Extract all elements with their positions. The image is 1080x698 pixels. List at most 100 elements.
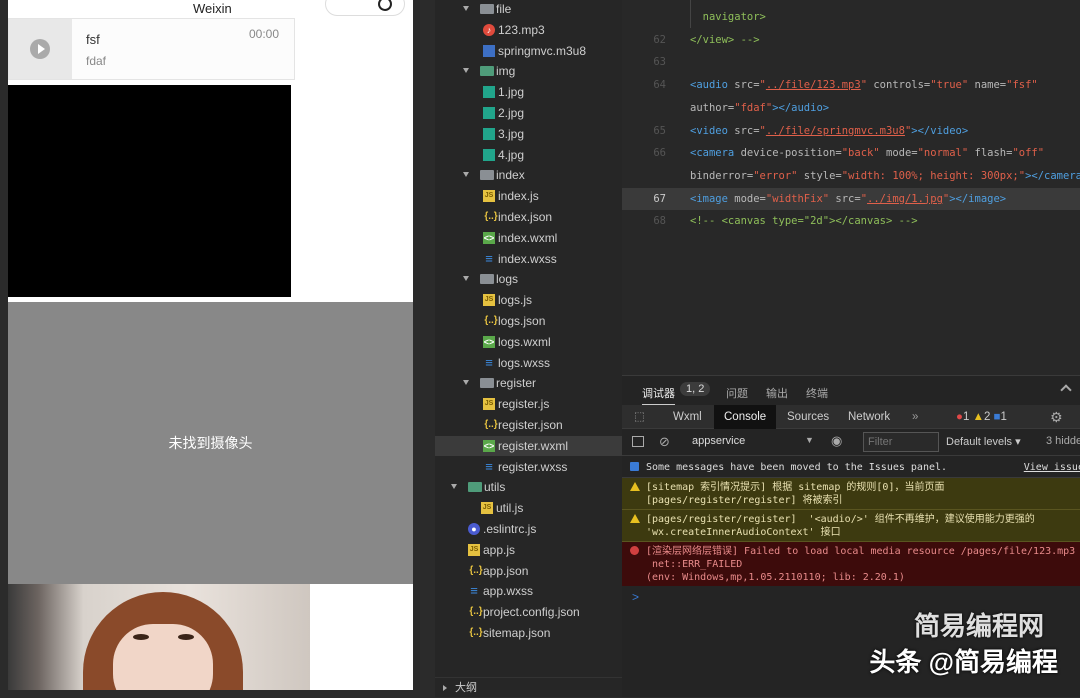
- code-line[interactable]: navigator>: [622, 6, 1080, 28]
- file-item[interactable]: ●.eslintrc.js: [435, 519, 622, 539]
- file-item[interactable]: 4.jpg: [435, 145, 622, 165]
- file-item[interactable]: <>logs.wxml: [435, 332, 622, 352]
- console-prompt[interactable]: >: [632, 590, 639, 604]
- file-item[interactable]: 3.jpg: [435, 124, 622, 144]
- chevron-down-icon[interactable]: [463, 276, 469, 281]
- code-line[interactable]: 63: [622, 51, 1080, 73]
- tab-terminal[interactable]: 终端: [806, 385, 828, 401]
- folder-item[interactable]: index: [435, 165, 622, 185]
- capsule-button[interactable]: [325, 0, 405, 16]
- file-tree: 大纲 file♪123.mp3springmvc.m3u8img1.jpg2.j…: [435, 0, 622, 697]
- file-item[interactable]: <>register.wxml: [435, 436, 622, 456]
- view-issues-link[interactable]: View issues: [1024, 461, 1080, 474]
- debugger-badge: 1, 2: [680, 382, 710, 396]
- file-item[interactable]: ♪123.mp3: [435, 20, 622, 40]
- settings-gear-icon[interactable]: ⚙: [1040, 405, 1073, 429]
- file-item[interactable]: ≡register.wxss: [435, 457, 622, 477]
- item-label: logs.wxss: [498, 353, 550, 373]
- json-icon: {..}: [468, 565, 484, 577]
- code-text: author="fdaf"></audio>: [690, 97, 829, 119]
- sidebar-toggle-icon[interactable]: [632, 436, 644, 447]
- console-message-warning: [pages/register/register] '<audio/>' 组件不…: [622, 510, 1080, 542]
- folder-item[interactable]: logs: [435, 269, 622, 289]
- image-1: [8, 584, 310, 690]
- file-item[interactable]: {..}project.config.json: [435, 602, 622, 622]
- chevron-down-icon[interactable]: [463, 380, 469, 385]
- code-line[interactable]: 67<image mode="widthFix" src="../img/1.j…: [622, 188, 1080, 210]
- inspect-icon[interactable]: ⬚: [624, 405, 655, 429]
- file-item[interactable]: JSutil.js: [435, 498, 622, 518]
- file-item[interactable]: JSregister.js: [435, 394, 622, 414]
- code-line[interactable]: author="fdaf"></audio>: [622, 97, 1080, 119]
- collapse-icon[interactable]: [1060, 384, 1071, 395]
- file-item[interactable]: springmvc.m3u8: [435, 41, 622, 61]
- levels-select[interactable]: Default levels ▾: [946, 435, 1021, 448]
- file-item[interactable]: {..}logs.json: [435, 311, 622, 331]
- devtools-tabs: 调试器 1, 2 问题 输出 终端: [622, 375, 1080, 405]
- tab-wxml[interactable]: Wxml: [663, 405, 712, 429]
- folder-item[interactable]: utils: [435, 477, 622, 497]
- chevron-down-icon[interactable]: [463, 68, 469, 73]
- code-line[interactable]: 64<audio src="../file/123.mp3" controls=…: [622, 74, 1080, 96]
- item-label: index.wxml: [498, 228, 557, 248]
- eye-icon[interactable]: ◉: [831, 433, 842, 449]
- folder-item[interactable]: file: [435, 0, 622, 19]
- file-item[interactable]: {..}index.json: [435, 207, 622, 227]
- video-player[interactable]: [8, 85, 291, 297]
- play-icon[interactable]: [30, 39, 50, 59]
- folder-item[interactable]: register: [435, 373, 622, 393]
- tab-network[interactable]: Network: [838, 405, 900, 429]
- chevron-down-icon[interactable]: [463, 6, 469, 11]
- item-label: register.json: [498, 415, 563, 435]
- console-message-error: [渲染层网络层错误] Failed to load local media re…: [622, 542, 1080, 586]
- code-line[interactable]: 62</view> -->: [622, 29, 1080, 51]
- tab-output[interactable]: 输出: [766, 385, 788, 401]
- warning-icon: [630, 482, 640, 491]
- file-item[interactable]: 2.jpg: [435, 103, 622, 123]
- item-label: 123.mp3: [498, 20, 545, 40]
- line-number: 64: [644, 74, 666, 96]
- file-item[interactable]: ≡logs.wxss: [435, 353, 622, 373]
- issue-counts[interactable]: ●1 ▲2 ■1: [956, 405, 1007, 429]
- console-filter-bar: ⊘ appservice ▼ ◉ Default levels ▾ 3 hidd…: [622, 429, 1080, 456]
- code-line[interactable]: 65<video src="../file/springmvc.m3u8"></…: [622, 120, 1080, 142]
- file-item[interactable]: JSindex.js: [435, 186, 622, 206]
- audio-player[interactable]: fsf fdaf 00:00: [8, 18, 295, 80]
- more-tabs-icon[interactable]: »: [902, 405, 928, 429]
- code-line[interactable]: 66<camera device-position="back" mode="n…: [622, 142, 1080, 164]
- item-label: app.wxss: [483, 581, 533, 601]
- file-item[interactable]: ≡index.wxss: [435, 249, 622, 269]
- file-item[interactable]: JSapp.js: [435, 540, 622, 560]
- file-item[interactable]: 1.jpg: [435, 82, 622, 102]
- folder-item[interactable]: img: [435, 61, 622, 81]
- file-item[interactable]: JSlogs.js: [435, 290, 622, 310]
- item-label: register.js: [498, 394, 549, 414]
- tab-console[interactable]: Console: [714, 405, 776, 429]
- clear-console-icon[interactable]: ⊘: [659, 434, 670, 450]
- wxss-icon: ≡: [483, 461, 495, 473]
- filter-input[interactable]: [863, 432, 939, 452]
- file-item[interactable]: {..}sitemap.json: [435, 623, 622, 643]
- file-item[interactable]: ≡app.wxss: [435, 581, 622, 601]
- tab-issues[interactable]: 问题: [726, 385, 748, 401]
- tab-sources[interactable]: Sources: [777, 405, 839, 429]
- item-label: index: [496, 165, 525, 185]
- code-line[interactable]: 68<!-- <canvas type="2d"></canvas> -->: [622, 210, 1080, 232]
- camera-message: 未找到摄像头: [169, 433, 253, 453]
- file-item[interactable]: <>index.wxml: [435, 228, 622, 248]
- item-label: index.wxss: [498, 249, 557, 269]
- line-number: 67: [644, 188, 666, 210]
- dropdown-icon[interactable]: ▼: [805, 435, 814, 445]
- context-select[interactable]: appservice: [692, 435, 745, 447]
- file-item[interactable]: {..}register.json: [435, 415, 622, 435]
- chevron-down-icon[interactable]: [463, 172, 469, 177]
- console-message-warning: [sitemap 索引情况提示] 根据 sitemap 的规则[0]，当前页面 …: [622, 478, 1080, 510]
- code-editor[interactable]: navigator>62</view> -->6364<audio src=".…: [622, 0, 1080, 375]
- code-line[interactable]: binderror="error" style="width: 100%; he…: [622, 165, 1080, 187]
- tab-debugger[interactable]: 调试器: [642, 385, 675, 406]
- chevron-down-icon[interactable]: [451, 484, 457, 489]
- code-text: <!-- <canvas type="2d"></canvas> -->: [690, 210, 918, 232]
- outline-section[interactable]: 大纲: [435, 677, 622, 697]
- item-label: 2.jpg: [498, 103, 524, 123]
- file-item[interactable]: {..}app.json: [435, 561, 622, 581]
